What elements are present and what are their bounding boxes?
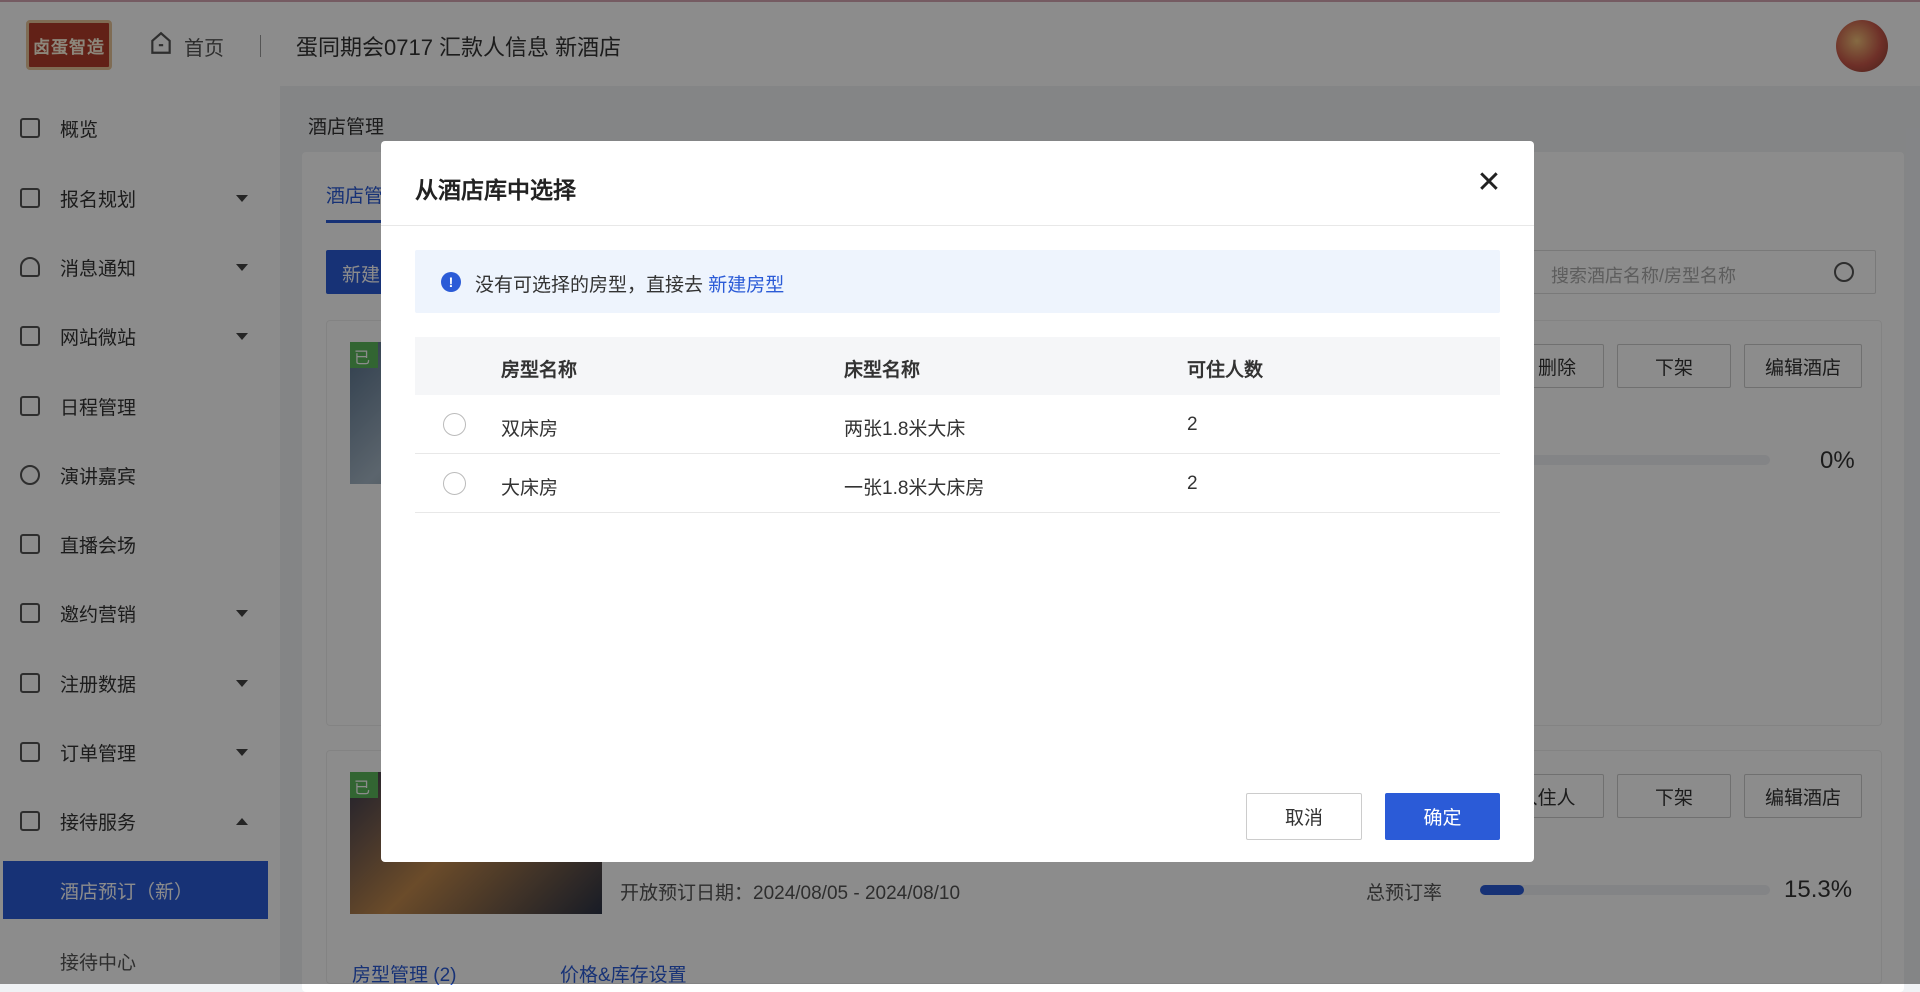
capacity: 2 — [1187, 414, 1198, 435]
dialog-divider — [381, 225, 1534, 226]
info-icon: ! — [441, 272, 461, 292]
column-header-room-name: 房型名称 — [501, 360, 578, 381]
confirm-button[interactable]: 确定 — [1385, 793, 1500, 840]
table-header: 房型名称 床型名称 可住人数 — [415, 337, 1500, 395]
dialog-title: 从酒店库中选择 — [415, 177, 576, 203]
column-header-bed-name: 床型名称 — [844, 360, 921, 381]
alert-text: 没有可选择的房型，直接去 — [475, 275, 704, 296]
room-name: 双床房 — [501, 419, 559, 440]
select-room-dialog: 从酒店库中选择 ✕ ! 没有可选择的房型，直接去 新建房型 房型名称 床型名称 … — [381, 141, 1534, 862]
bed-name: 两张1.8米大床 — [844, 419, 966, 440]
close-icon[interactable]: ✕ — [1471, 165, 1507, 201]
room-name: 大床房 — [501, 478, 559, 499]
alert-message: 没有可选择的房型，直接去 新建房型 — [475, 270, 784, 297]
capacity: 2 — [1187, 473, 1198, 494]
row-radio[interactable] — [443, 413, 466, 436]
row-radio[interactable] — [443, 472, 466, 495]
bed-name: 一张1.8米大床房 — [844, 478, 985, 499]
table-row[interactable]: 大床房 一张1.8米大床房 2 — [415, 454, 1500, 513]
column-header-capacity: 可住人数 — [1187, 360, 1264, 381]
cancel-button[interactable]: 取消 — [1246, 793, 1362, 840]
info-alert: ! 没有可选择的房型，直接去 新建房型 — [415, 250, 1500, 313]
new-room-type-link[interactable]: 新建房型 — [708, 275, 784, 296]
room-type-table: 房型名称 床型名称 可住人数 双床房 两张1.8米大床 2 大床房 一张1.8米… — [415, 337, 1500, 513]
table-row[interactable]: 双床房 两张1.8米大床 2 — [415, 395, 1500, 454]
